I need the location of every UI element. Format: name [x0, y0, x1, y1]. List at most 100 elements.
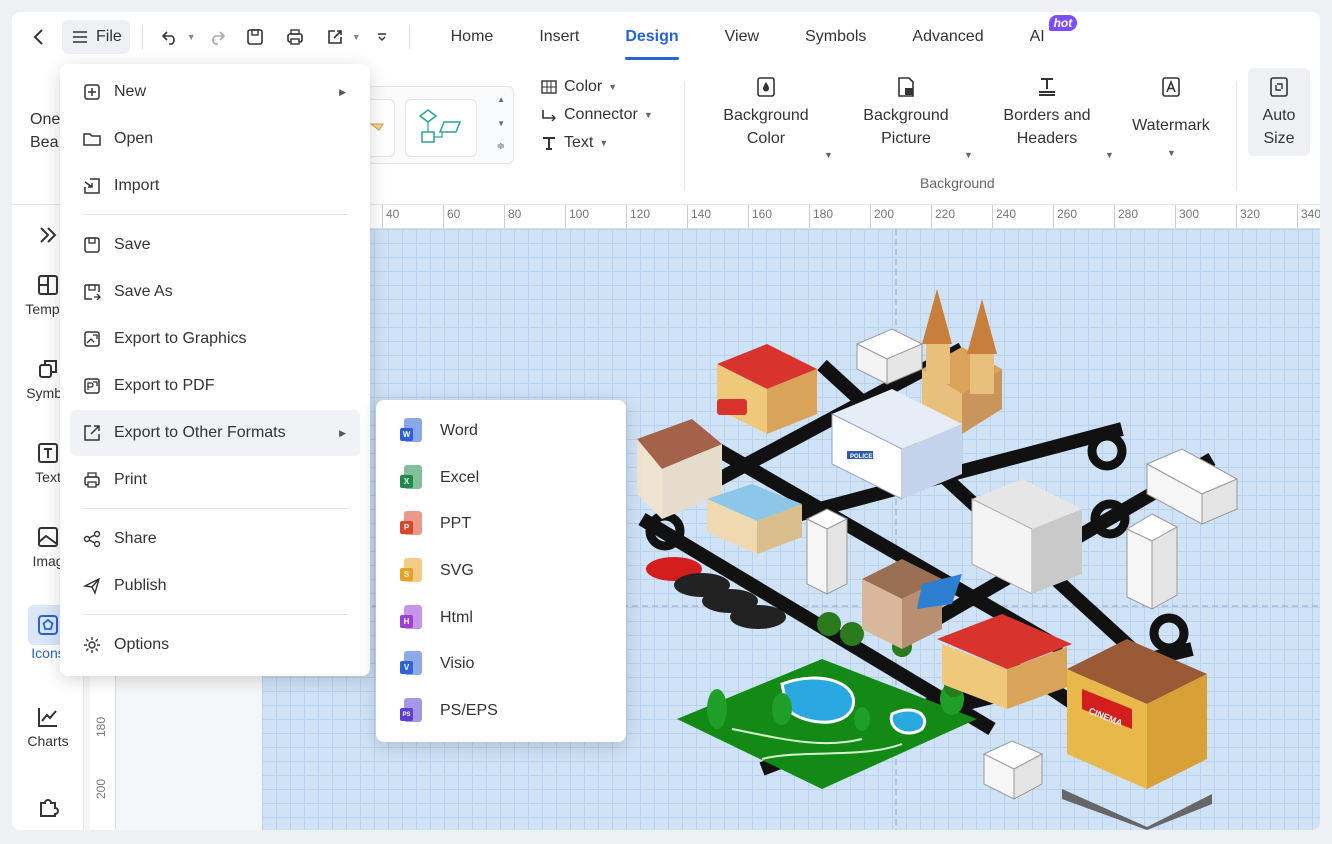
undo-dropdown-icon[interactable]: ▼	[187, 32, 196, 42]
vruler-tick: 180	[94, 716, 108, 737]
redo-icon[interactable]	[202, 22, 232, 52]
gallery-expand-icon[interactable]: ≑	[497, 141, 505, 152]
auto-size-label-2: Size	[1263, 130, 1295, 147]
ps-eps-icon: PS	[400, 698, 422, 724]
export-word[interactable]: W Word	[386, 408, 616, 454]
one-click-beautify-button[interactable]: One Bea	[30, 108, 60, 154]
export-svg[interactable]: S SVG	[386, 548, 616, 594]
background-color-button[interactable]: Background Color	[718, 76, 814, 150]
menu-item-share[interactable]: Share	[70, 516, 360, 562]
export-visio[interactable]: V Visio	[386, 641, 616, 687]
menu-item-options[interactable]: Options	[70, 622, 360, 668]
menu-item-export-graphics[interactable]: Export to Graphics	[70, 316, 360, 362]
hruler-tick: 140	[687, 205, 711, 228]
menu-item-new[interactable]: New ▶	[70, 69, 360, 115]
undo-icon[interactable]	[155, 22, 185, 52]
menu-item-label: Export to Graphics	[114, 330, 247, 347]
text-style-button[interactable]: Text ▼	[540, 134, 608, 152]
background-color-dropdown-icon[interactable]: ▼	[824, 150, 833, 160]
menu-item-label: Save	[114, 236, 151, 253]
menu-item-import[interactable]: Import	[70, 163, 360, 209]
menu-item-save-as[interactable]: Save As	[70, 269, 360, 315]
menu-divider	[82, 508, 348, 509]
connector-button[interactable]: Connector ▼	[540, 106, 653, 124]
excel-icon: X	[400, 465, 422, 491]
borders-headers-dropdown-icon[interactable]: ▼	[1105, 150, 1114, 160]
export-item-label: Visio	[440, 655, 475, 672]
tab-design[interactable]: Design	[602, 12, 701, 62]
image-icon	[38, 527, 58, 547]
hruler-tick: 120	[626, 205, 650, 228]
menu-item-publish[interactable]: Publish	[70, 563, 360, 609]
sidebar-item-label: Imag	[32, 553, 64, 569]
hruler-tick: 220	[931, 205, 955, 228]
menu-item-open[interactable]: Open	[70, 116, 360, 162]
export-ppt[interactable]: P PPT	[386, 501, 616, 547]
theme-gallery[interactable]: ▲ ▼ ≑	[362, 86, 514, 164]
color-button[interactable]: Color ▼	[540, 78, 617, 96]
save-as-icon	[84, 284, 101, 301]
text-t-icon	[543, 137, 555, 150]
menu-item-export-pdf[interactable]: Export to PDF	[70, 363, 360, 409]
plugin-icon	[40, 799, 59, 817]
save-icon	[84, 237, 100, 253]
tab-home[interactable]: Home	[428, 12, 517, 62]
paint-drop-icon	[757, 77, 775, 97]
watermark-icon	[1162, 77, 1180, 97]
tab-symbols[interactable]: Symbols	[782, 12, 889, 62]
export-excel[interactable]: X Excel	[386, 455, 616, 501]
color-label: Color	[564, 78, 603, 95]
menu-item-save[interactable]: Save	[70, 222, 360, 268]
connector-icon	[542, 110, 556, 122]
tab-ai[interactable]: AI hot	[1007, 12, 1095, 62]
export-item-label: PS/EPS	[440, 702, 498, 719]
export-dropdown-icon[interactable]: ▼	[352, 32, 361, 42]
icons-icon	[38, 615, 58, 635]
print-icon	[84, 472, 100, 488]
one-click-beautify-label-2: Bea	[30, 134, 59, 151]
templates-icon	[38, 275, 58, 295]
gallery-scroll-up-icon[interactable]: ▲	[497, 95, 505, 104]
hruler-tick: 100	[565, 205, 589, 228]
export-ps-eps[interactable]: PS PS/EPS	[386, 688, 616, 734]
sidebar-item-plugins[interactable]	[12, 795, 84, 823]
sidebar-item-label: Text	[35, 469, 61, 485]
tab-view[interactable]: View	[702, 12, 782, 62]
theme-thumbnail-flowchart[interactable]	[405, 99, 477, 157]
export-html[interactable]: H Html	[386, 595, 616, 641]
watermark-button[interactable]: Watermark	[1124, 76, 1218, 137]
vruler-tick: 200	[94, 778, 108, 799]
menu-item-export-other[interactable]: Export to Other Formats ▶	[70, 410, 360, 456]
print-icon[interactable]	[280, 22, 310, 52]
borders-headers-button[interactable]: Borders and Headers	[996, 76, 1098, 150]
borders-headers-label-1: Borders and	[1003, 107, 1091, 124]
menu-divider	[82, 214, 348, 215]
menu-item-print[interactable]: Print	[70, 457, 360, 503]
export-icon[interactable]	[320, 22, 350, 52]
save-icon[interactable]	[240, 22, 270, 52]
ribbon-divider	[684, 82, 685, 190]
hruler-tick: 240	[992, 205, 1016, 228]
hruler-tick: 160	[748, 205, 772, 228]
gear-icon	[84, 637, 100, 653]
file-menu-button[interactable]: File	[62, 20, 130, 54]
export-formats-submenu: W Word X Excel P PPT S SVG H Html V Visi…	[376, 400, 626, 742]
background-picture-button[interactable]: Background Picture	[858, 76, 954, 150]
more-icon[interactable]	[367, 22, 397, 52]
text-icon	[38, 443, 58, 463]
tab-insert[interactable]: Insert	[516, 12, 602, 62]
menu-divider	[82, 614, 348, 615]
menu-item-label: Print	[114, 471, 147, 488]
back-icon[interactable]	[24, 22, 54, 52]
tab-ai-label: AI	[1029, 28, 1045, 45]
sidebar-item-charts[interactable]: Charts	[12, 705, 84, 749]
auto-size-icon	[1270, 77, 1288, 97]
file-label: File	[96, 28, 122, 45]
export-item-label: PPT	[440, 515, 472, 532]
watermark-dropdown-icon[interactable]: ▼	[1167, 148, 1176, 158]
auto-size-button[interactable]: Auto Size	[1248, 76, 1310, 150]
gallery-scroll-down-icon[interactable]: ▼	[497, 119, 505, 128]
background-picture-dropdown-icon[interactable]: ▼	[964, 150, 973, 160]
top-toolbar: File ▼ ▼ Home Insert Design View Symbols…	[12, 12, 1320, 62]
tab-advanced[interactable]: Advanced	[889, 12, 1006, 62]
